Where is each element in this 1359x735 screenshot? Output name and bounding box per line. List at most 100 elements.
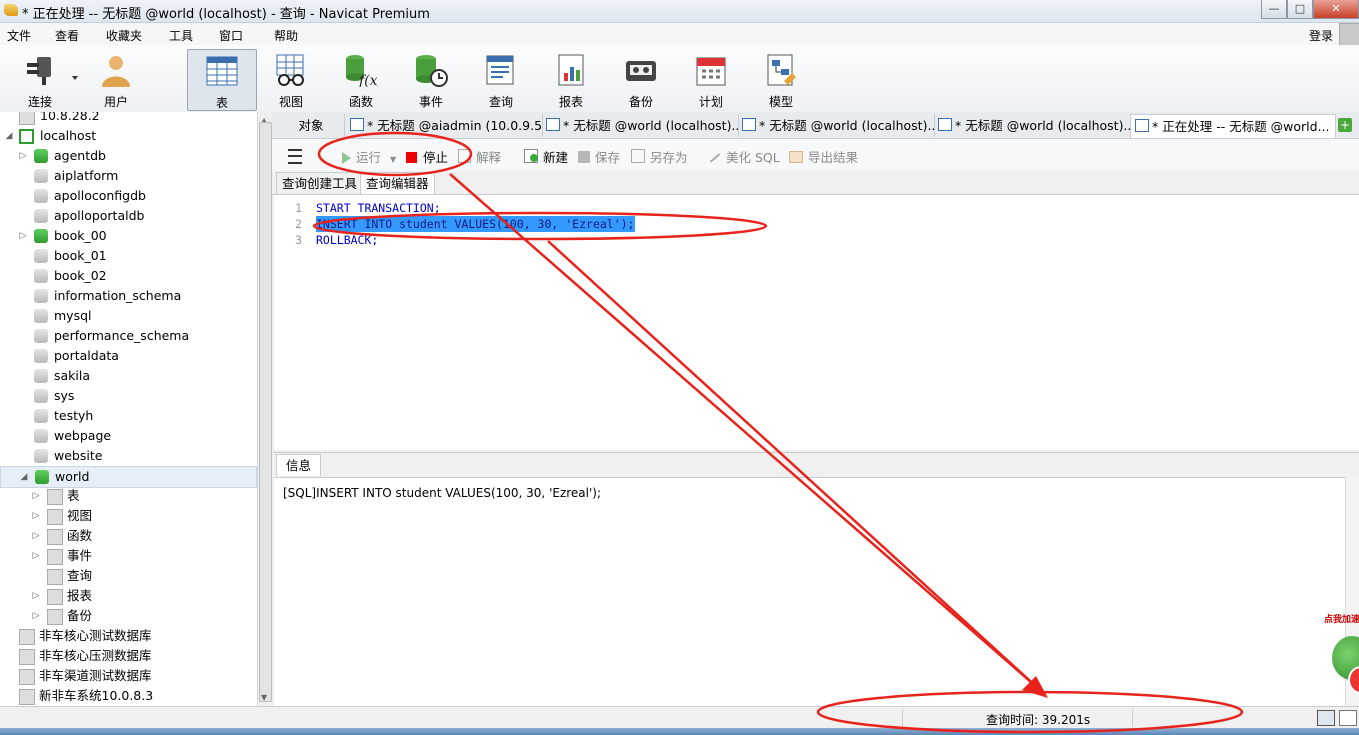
layout-single-icon[interactable]: [1317, 710, 1335, 726]
tab-query-builder[interactable]: 查询创建工具: [276, 172, 364, 195]
save-button[interactable]: 保存: [578, 147, 620, 166]
expand-arrow-icon[interactable]: ▷: [31, 546, 41, 566]
layout-split-icon[interactable]: [1339, 710, 1357, 726]
database-icon: [34, 169, 48, 183]
tree-world-child[interactable]: ▷ 函数: [0, 526, 255, 546]
login-link[interactable]: 登录: [1309, 27, 1333, 44]
toolbar-schedule[interactable]: 计划: [681, 49, 741, 109]
scroll-down-icon[interactable]: ▼: [261, 693, 267, 702]
tree-connection[interactable]: 非车核心压测数据库: [0, 646, 255, 666]
new-label: 新建: [543, 150, 569, 165]
tree-database-portaldata[interactable]: portaldata: [0, 346, 255, 366]
expand-arrow-icon[interactable]: ▷: [31, 506, 41, 526]
toolbar-event[interactable]: 事件: [401, 49, 461, 109]
collapse-arrow-icon[interactable]: ◢: [19, 467, 29, 487]
menu-tools[interactable]: 工具: [169, 27, 193, 44]
tab-query-3[interactable]: * 无标题 @world (localhost)...: [738, 114, 935, 137]
expand-arrow-icon[interactable]: ▷: [31, 526, 41, 546]
database-icon: [34, 249, 48, 263]
tree-world-child[interactable]: ▷ 视图: [0, 506, 255, 526]
tree-database-webpage[interactable]: webpage: [0, 426, 255, 446]
view-glasses-icon: [47, 509, 63, 525]
toolbar-function[interactable]: f(x) 函数: [331, 49, 391, 109]
tab-query-4[interactable]: * 无标题 @world (localhost)...: [934, 114, 1131, 137]
run-button[interactable]: 运行 ▼: [342, 147, 396, 166]
tree-database-book_01[interactable]: book_01: [0, 246, 255, 266]
tree-database-world[interactable]: ◢ world: [0, 466, 257, 488]
tree-database-book_00[interactable]: ▷ book_00: [0, 226, 255, 246]
tree-world-child[interactable]: ▷ 表: [0, 486, 255, 506]
toolbar-table[interactable]: 表: [187, 49, 257, 111]
collapse-arrow-icon[interactable]: ◢: [4, 126, 14, 146]
tree-connection-localhost[interactable]: ◢ localhost: [0, 126, 256, 146]
save-as-button[interactable]: 另存为: [631, 147, 688, 166]
toolbar-user[interactable]: 用户: [86, 49, 146, 109]
hamburger-menu-icon[interactable]: [288, 149, 302, 164]
toolbar-connect[interactable]: 连接: [10, 49, 70, 109]
connect-dropdown-icon[interactable]: [72, 76, 78, 80]
tree-connection-partial[interactable]: 10.8.28.2: [0, 112, 256, 126]
sql-editor[interactable]: 1 START TRANSACTION; 2 INSERT INTO stude…: [274, 195, 1359, 450]
maximize-button[interactable]: □: [1287, 0, 1313, 19]
expand-arrow-icon[interactable]: ▷: [31, 586, 41, 606]
menu-favorites[interactable]: 收藏夹: [106, 27, 142, 44]
run-dropdown-icon[interactable]: ▼: [390, 155, 396, 164]
minimize-button[interactable]: —: [1261, 0, 1287, 19]
tree-world-child[interactable]: ▷ 报表: [0, 586, 255, 606]
expand-arrow-icon[interactable]: ▷: [18, 226, 28, 246]
toolbar-view[interactable]: 视图: [261, 49, 321, 109]
tree-database-website[interactable]: website: [0, 446, 255, 466]
tree-database-book_02[interactable]: book_02: [0, 266, 255, 286]
query-toolbar: 运行 ▼ 停止 解释 新建 保存 另存为 美化 SQL 导出结果: [272, 139, 1359, 171]
new-button[interactable]: 新建: [524, 147, 568, 166]
tree-database-sys[interactable]: sys: [0, 386, 255, 406]
tree-database-aiplatform[interactable]: aiplatform: [0, 166, 255, 186]
tree-world-child[interactable]: 查询: [0, 566, 255, 586]
tab-info[interactable]: 信息: [276, 454, 322, 476]
menu-view[interactable]: 查看: [55, 27, 79, 44]
tree-database-agentdb[interactable]: ▷ agentdb: [0, 146, 255, 166]
tree-world-child[interactable]: ▷ 事件: [0, 546, 255, 566]
toolbar-query[interactable]: 查询: [471, 49, 531, 109]
export-result-button[interactable]: 导出结果: [789, 147, 858, 166]
tree-database-sakila[interactable]: sakila: [0, 366, 255, 386]
toolbar-table-label: 表: [215, 96, 228, 110]
tab-objects[interactable]: 对象: [278, 114, 345, 137]
menu-help[interactable]: 帮助: [274, 27, 298, 44]
tab-query-2[interactable]: * 无标题 @world (localhost)...: [542, 114, 739, 137]
tree-database-testyh[interactable]: testyh: [0, 406, 255, 426]
sidebar-scrollbar[interactable]: ▲ ▼: [257, 112, 272, 707]
tree-database-mysql[interactable]: mysql: [0, 306, 255, 326]
tree-connection[interactable]: 非车渠道测试数据库: [0, 666, 255, 686]
scroll-thumb[interactable]: [259, 122, 272, 702]
database-icon: [34, 369, 48, 383]
menu-file[interactable]: 文件: [7, 27, 31, 44]
tree-connection[interactable]: 新非车系统10.0.8.3: [0, 686, 255, 706]
toolbar-schedule-label: 计划: [698, 95, 723, 109]
expand-arrow-icon[interactable]: ▷: [18, 146, 28, 166]
tree-database-apolloconfigdb[interactable]: apolloconfigdb: [0, 186, 255, 206]
new-tab-icon[interactable]: +: [1338, 118, 1352, 132]
speed-up-widget[interactable]: 点我加速: [1318, 608, 1359, 704]
beautify-sql-button[interactable]: 美化 SQL: [709, 147, 780, 166]
expand-arrow-icon[interactable]: ▷: [31, 606, 41, 626]
close-button[interactable]: ✕: [1313, 0, 1359, 19]
tree-connection[interactable]: 非车核心测试数据库: [0, 626, 255, 646]
menu-window[interactable]: 窗口: [219, 27, 243, 44]
stop-button[interactable]: 停止: [406, 147, 448, 166]
explain-button[interactable]: 解释: [458, 147, 501, 166]
tab-query-1[interactable]: * 无标题 @aiadmin (10.0.9.5...: [346, 114, 543, 137]
tree-database-performance_schema[interactable]: performance_schema: [0, 326, 255, 346]
svg-text:f(x): f(x): [358, 73, 378, 87]
tree-database-information_schema[interactable]: information_schema: [0, 286, 255, 306]
query-tab-icon: [350, 118, 364, 131]
expand-arrow-icon[interactable]: ▷: [31, 486, 41, 506]
tree-world-child[interactable]: ▷ 备份: [0, 606, 255, 626]
toolbar-report[interactable]: 报表: [541, 49, 601, 109]
toolbar-model[interactable]: 模型: [751, 49, 811, 109]
avatar[interactable]: [1339, 23, 1359, 47]
tab-query-active[interactable]: * 正在处理 -- 无标题 @world...: [1130, 114, 1336, 138]
toolbar-backup[interactable]: 备份: [611, 49, 671, 109]
tree-database-apolloportaldb[interactable]: apolloportaldb: [0, 206, 255, 226]
tab-query-editor[interactable]: 查询编辑器: [360, 172, 435, 194]
